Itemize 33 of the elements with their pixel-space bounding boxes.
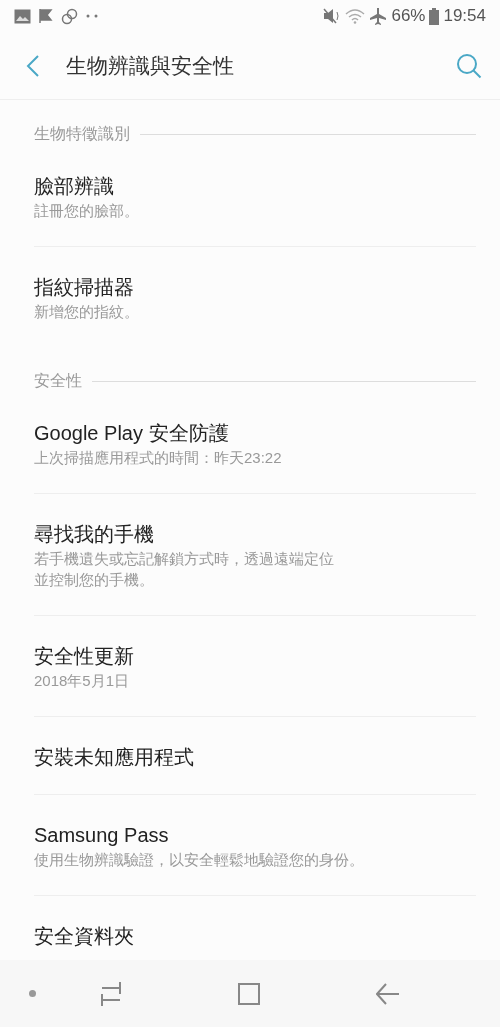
battery-icon (429, 7, 440, 25)
setting-title[interactable]: 臉部辨識 (34, 174, 476, 198)
clock-time: 19:54 (443, 5, 486, 28)
setting-description: 並控制您的手機。 (34, 570, 155, 590)
setting-description: 上次掃描應用程式的時間：昨天23:22 (34, 448, 283, 468)
setting-description: 註冊您的臉部。 (34, 201, 140, 221)
battery-percentage: 66% (391, 5, 426, 28)
setting-description: 若手機遺失或忘記解鎖方式時，透過遠端定位 (34, 549, 335, 569)
image-icon (14, 8, 31, 24)
home-icon[interactable] (237, 981, 261, 1006)
mute-icon (323, 8, 342, 24)
dot-icon[interactable] (28, 989, 37, 998)
setting-title[interactable]: 安裝未知應用程式 (34, 745, 476, 769)
setting-title[interactable]: 安全資料夾 (34, 924, 476, 948)
setting-title[interactable]: 尋找我的手機 (34, 522, 476, 546)
section-header: 生物特徵識別 (34, 124, 130, 144)
setting-title[interactable]: Samsung Pass (34, 823, 476, 847)
flag-icon (39, 8, 53, 24)
setting-title[interactable]: 安全性更新 (34, 644, 476, 668)
setting-title[interactable]: Google Play 安全防護 (34, 421, 476, 445)
setting-title[interactable]: 指紋掃描器 (34, 275, 476, 299)
setting-description: 使用生物辨識驗證，以安全輕鬆地驗證您的身份。 (34, 850, 365, 870)
back-icon[interactable] (376, 981, 400, 1006)
page-title: 生物辨識與安全性 (66, 52, 234, 79)
link-icon (61, 7, 78, 25)
section-header: 安全性 (34, 371, 82, 391)
back-icon[interactable] (26, 53, 40, 78)
more-icon (86, 14, 98, 18)
search-icon[interactable] (456, 52, 482, 79)
wifi-icon (345, 8, 366, 24)
airplane-icon (369, 7, 388, 25)
setting-description: 新增您的指紋。 (34, 302, 140, 322)
setting-description: 2018年5月1日 (34, 671, 131, 691)
